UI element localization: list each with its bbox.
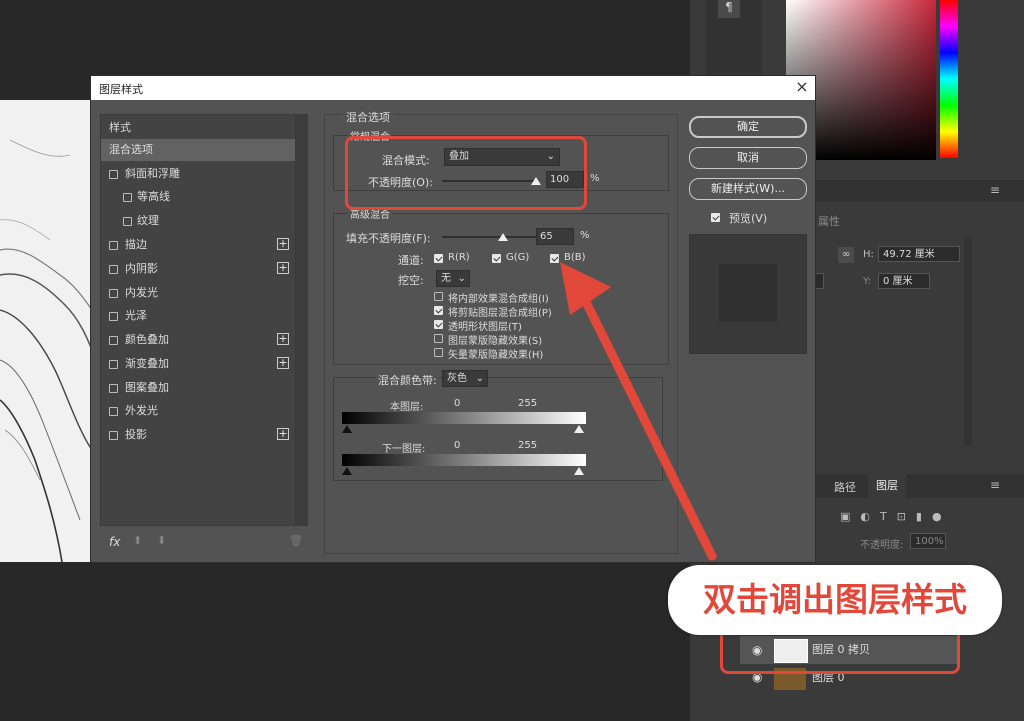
annotation-callout: 双击调出图层样式 bbox=[668, 565, 1002, 635]
